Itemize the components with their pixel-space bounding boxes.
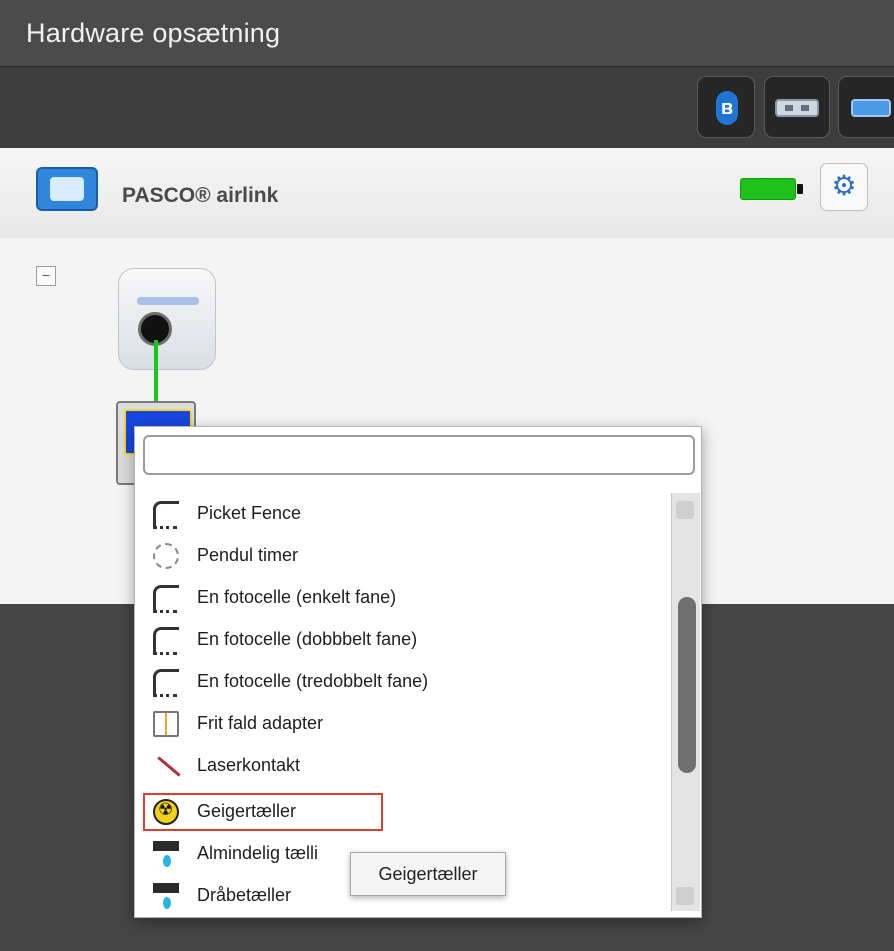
list-item-label: Pendul timer bbox=[197, 545, 299, 565]
pendulum-icon bbox=[153, 543, 179, 569]
title-bar: Hardware opsætning bbox=[0, 0, 894, 66]
battery-icon bbox=[740, 178, 803, 200]
list-item-label: En fotocelle (enkelt fane) bbox=[197, 587, 397, 607]
device-name: PASCO® airlink bbox=[122, 184, 279, 207]
list-item-label: Picket Fence bbox=[197, 503, 302, 523]
list-item-label: Almindelig tælli bbox=[197, 843, 319, 863]
bluetooth-icon: ʙ bbox=[716, 91, 738, 125]
list-item[interactable]: En fotocelle (tredobbelt fane) bbox=[135, 661, 671, 703]
scroll-up-button[interactable] bbox=[676, 501, 694, 519]
window-title: Hardware opsætning bbox=[26, 18, 281, 48]
freefall-adapter-icon bbox=[153, 711, 179, 737]
airlink-device-icon bbox=[36, 167, 98, 211]
list-item[interactable]: En fotocelle (dobbbelt fane) bbox=[135, 619, 671, 661]
list-item-label: Dråbetæller bbox=[197, 885, 292, 905]
photogate-icon bbox=[153, 585, 179, 613]
photogate-icon bbox=[153, 501, 179, 529]
scroll-thumb[interactable] bbox=[678, 597, 696, 773]
list-item[interactable]: En fotocelle (enkelt fane) bbox=[135, 577, 671, 619]
list-item[interactable]: Laserkontakt bbox=[135, 745, 671, 787]
tooltip: Geigertæller bbox=[350, 852, 506, 896]
collapse-toggle[interactable]: − bbox=[36, 266, 56, 286]
hardware-setup-window: Hardware opsætning ʙ PASCO® airlink ⚙ − … bbox=[0, 0, 894, 951]
device-settings-button[interactable]: ⚙ bbox=[820, 163, 868, 211]
connection-toolbar: ʙ bbox=[0, 66, 894, 150]
connection-line bbox=[154, 340, 158, 404]
photogate-icon bbox=[153, 627, 179, 655]
list-item-label: Laserkontakt bbox=[197, 755, 301, 775]
list-item-label: En fotocelle (dobbbelt fane) bbox=[197, 629, 418, 649]
list-item-label: Frit fald adapter bbox=[197, 713, 324, 733]
sensor-search-input[interactable] bbox=[143, 435, 695, 475]
list-item-label: En fotocelle (tredobbelt fane) bbox=[197, 671, 429, 691]
photogate-icon bbox=[153, 669, 179, 697]
list-scrollbar[interactable] bbox=[671, 493, 700, 911]
cable-icon bbox=[851, 99, 891, 117]
drop-counter-icon bbox=[153, 883, 179, 909]
usb-icon bbox=[775, 99, 819, 117]
list-item[interactable]: Pendul timer bbox=[135, 535, 671, 577]
gear-icon: ⚙ bbox=[831, 170, 857, 201]
list-item[interactable]: Frit fald adapter bbox=[135, 703, 671, 745]
list-item[interactable]: Picket Fence bbox=[135, 493, 671, 535]
drop-counter-icon bbox=[153, 841, 179, 867]
cable-button[interactable] bbox=[838, 76, 894, 138]
sensor-dropdown: Picket Fence Pendul timer En fotocelle (… bbox=[134, 426, 702, 918]
scroll-down-button[interactable] bbox=[676, 887, 694, 905]
selection-outline bbox=[143, 793, 383, 831]
usb-button[interactable] bbox=[764, 76, 830, 138]
laser-icon bbox=[153, 753, 179, 779]
bluetooth-button[interactable]: ʙ bbox=[697, 76, 755, 138]
